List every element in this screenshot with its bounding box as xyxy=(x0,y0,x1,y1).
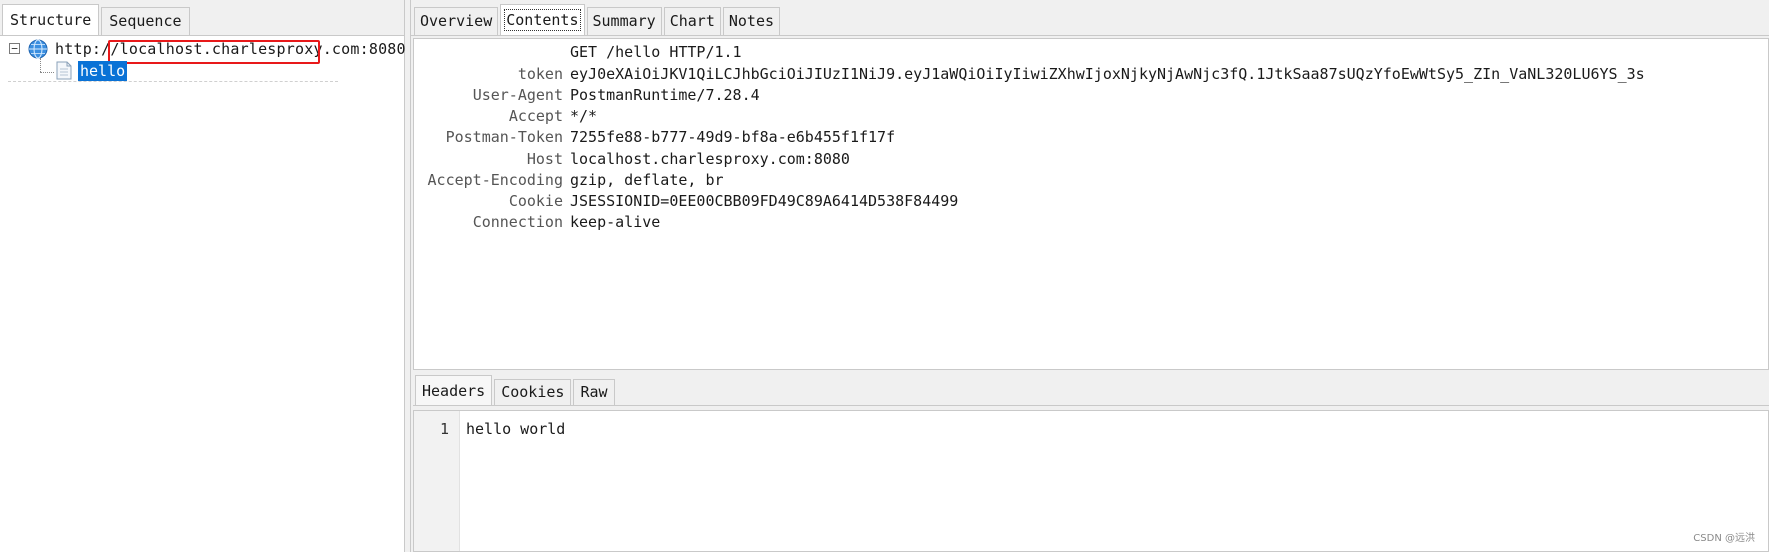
document-icon xyxy=(56,61,72,80)
header-key: Postman-Token xyxy=(445,128,563,146)
header-value: */* xyxy=(570,107,598,125)
request-headers-panel[interactable]: GET /hello HTTP/1.1 token eyJ0eXAiOiJKV1… xyxy=(413,38,1769,370)
left-tabstrip: Structure Sequence xyxy=(0,0,404,36)
header-row: Accept-Encoding gzip, deflate, br xyxy=(414,171,1768,192)
header-row: Accept */* xyxy=(414,107,1768,128)
charles-proxy-window: Structure Sequence − http://localhost.ch… xyxy=(0,0,1769,552)
response-body-text: hello world xyxy=(466,420,566,438)
structure-pane: Structure Sequence − http://localhost.ch… xyxy=(0,0,406,552)
header-row: Postman-Token 7255fe88-b777-49d9-bf8a-e6… xyxy=(414,128,1768,149)
tab-contents[interactable]: Contents xyxy=(500,4,585,35)
watermark: CSDN @远洪 xyxy=(1693,533,1755,544)
request-line: GET /hello HTTP/1.1 xyxy=(570,43,742,61)
detail-tabstrip: Overview Contents Summary Chart Notes xyxy=(411,0,1769,36)
tab-raw[interactable]: Raw xyxy=(573,379,615,405)
header-row: User-Agent PostmanRuntime/7.28.4 xyxy=(414,86,1768,107)
header-row: Connection keep-alive xyxy=(414,213,1768,234)
detail-pane: Overview Contents Summary Chart Notes GE… xyxy=(411,0,1769,552)
tree-host-node[interactable]: − http://localhost.charlesproxy.com:8080 xyxy=(0,38,406,64)
globe-icon xyxy=(28,39,48,59)
header-value: gzip, deflate, br xyxy=(570,171,724,189)
tab-chart[interactable]: Chart xyxy=(663,7,721,35)
header-key: User-Agent xyxy=(472,86,563,104)
header-value: PostmanRuntime/7.28.4 xyxy=(570,86,760,104)
header-value: JSESSIONID=0EE00CBB09FD49C89A6414D538F84… xyxy=(570,192,959,210)
header-key: token xyxy=(517,65,563,83)
line-number: 1 xyxy=(439,420,449,438)
tree-connector xyxy=(40,72,54,73)
header-row: Host localhost.charlesproxy.com:8080 xyxy=(414,150,1768,171)
tree-item-hello[interactable]: hello xyxy=(78,61,128,81)
tab-structure[interactable]: Structure xyxy=(2,4,100,35)
header-key: Accept xyxy=(508,107,563,125)
header-row: Cookie JSESSIONID=0EE00CBB09FD49C89A6414… xyxy=(414,192,1768,213)
header-key: Connection xyxy=(472,213,563,231)
header-value: keep-alive xyxy=(570,213,661,231)
tree-connector xyxy=(40,58,41,72)
tab-overview[interactable]: Overview xyxy=(414,7,499,35)
tab-cookies[interactable]: Cookies xyxy=(494,379,572,405)
tab-headers[interactable]: Headers xyxy=(415,375,493,405)
header-value: eyJ0eXAiOiJKV1QiLCJhbGciOiJIUzI1NiJ9.eyJ… xyxy=(570,65,1645,83)
tab-sequence[interactable]: Sequence xyxy=(101,7,190,35)
tab-summary[interactable]: Summary xyxy=(586,7,662,35)
response-body-panel[interactable]: 1 hello world xyxy=(413,410,1769,552)
header-value: 7255fe88-b777-49d9-bf8a-e6b455f1f17f xyxy=(570,128,896,146)
header-key: Host xyxy=(526,150,563,168)
host-url[interactable]: http://localhost.charlesproxy.com:8080 xyxy=(55,40,406,58)
collapse-toggle-icon[interactable]: − xyxy=(9,43,20,54)
divider xyxy=(8,81,338,84)
header-row: token eyJ0eXAiOiJKV1QiLCJhbGciOiJIUzI1Ni… xyxy=(414,65,1768,86)
line-number-gutter: 1 xyxy=(414,411,460,551)
tab-notes[interactable]: Notes xyxy=(722,7,781,35)
response-tabstrip: Headers Cookies Raw xyxy=(413,372,1769,406)
header-key: Cookie xyxy=(508,192,563,210)
header-key: Accept-Encoding xyxy=(427,171,563,189)
request-line-row: GET /hello HTTP/1.1 xyxy=(414,43,1768,64)
header-value: localhost.charlesproxy.com:8080 xyxy=(570,150,850,168)
